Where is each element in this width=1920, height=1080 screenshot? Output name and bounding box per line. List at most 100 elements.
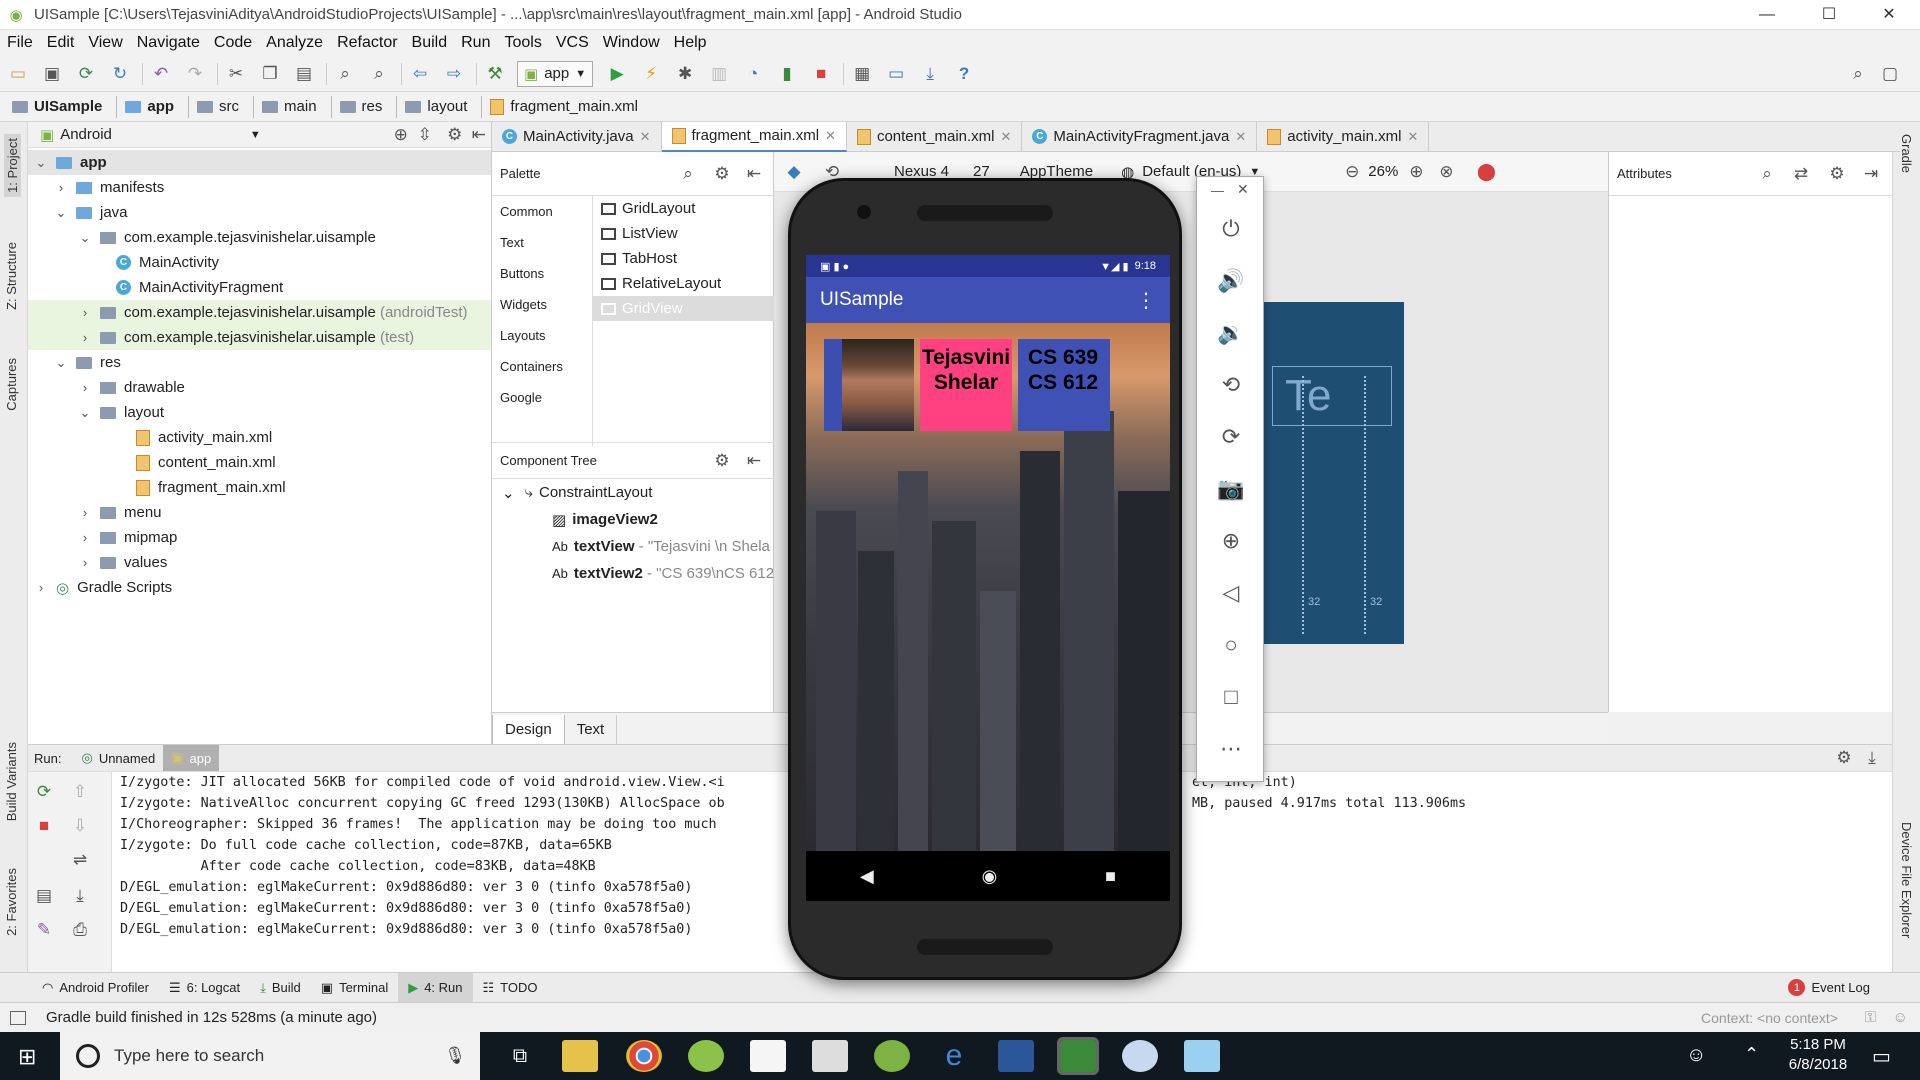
notes-app-icon[interactable]: [1184, 1040, 1220, 1072]
tool-tab-favorites[interactable]: 2: Favorites: [4, 868, 19, 936]
sdk-manager-icon[interactable]: ⤓: [918, 62, 942, 86]
emulator-close-button[interactable]: ✕: [1237, 181, 1249, 198]
design-surface-icon[interactable]: ◆: [782, 160, 806, 184]
screenshot-camera-icon[interactable]: 📷: [1217, 475, 1245, 503]
volume-down-icon[interactable]: 🔉: [1217, 319, 1245, 347]
paint-icon[interactable]: [1122, 1040, 1158, 1072]
palette-category-google[interactable]: Google: [492, 382, 592, 413]
more-options-icon[interactable]: ⋯: [1217, 735, 1245, 763]
forward-icon[interactable]: ⇨: [442, 62, 466, 86]
people-icon[interactable]: ☺: [1686, 1044, 1706, 1067]
tree-item-app[interactable]: ⌄ app: [28, 150, 491, 175]
component-tree-item-imageview2[interactable]: ▨ imageView2: [492, 506, 774, 533]
make-project-icon[interactable]: ⚒: [483, 62, 507, 86]
tool-tab-structure[interactable]: Z: Structure: [4, 242, 19, 310]
project-structure-icon[interactable]: ▭: [884, 62, 908, 86]
breadcrumb-item-app[interactable]: app: [125, 95, 190, 118]
home-icon[interactable]: ○: [1217, 631, 1245, 659]
rerun-icon[interactable]: ⟳: [32, 780, 56, 804]
stop-icon[interactable]: ■: [809, 62, 833, 86]
rotate-right-icon[interactable]: ⟳: [1217, 423, 1245, 451]
tree-item-activity-main-xml[interactable]: activity_main.xml: [28, 425, 491, 450]
menu-run[interactable]: Run: [454, 30, 497, 56]
error-icon[interactable]: ⬤: [1474, 160, 1498, 184]
pin-icon[interactable]: ✎: [32, 918, 56, 942]
cut-icon[interactable]: ✂: [224, 62, 248, 86]
redo-icon[interactable]: ↷: [183, 62, 207, 86]
search-everywhere-icon[interactable]: ⌕: [1846, 62, 1870, 86]
project-view-select[interactable]: Android: [60, 126, 112, 143]
menu-vcs[interactable]: VCS: [549, 30, 596, 56]
search-icon[interactable]: ⌕: [1755, 162, 1779, 186]
power-icon[interactable]: ⏻: [1217, 215, 1245, 243]
windows-start-icon[interactable]: ⊞: [18, 1044, 36, 1070]
collapse-all-icon[interactable]: ⇳: [413, 123, 437, 147]
palette-item-relativelayout[interactable]: RelativeLayout: [593, 271, 774, 296]
tab-design[interactable]: Design: [492, 714, 565, 745]
tab-content-main-xml[interactable]: content_main.xml ✕: [847, 121, 1023, 152]
tree-item-mainactivity[interactable]: C MainActivity: [28, 250, 491, 275]
tool-tab-android-profiler[interactable]: ◠ Android Profiler: [32, 973, 159, 1003]
task-view-icon[interactable]: ⧉: [502, 1040, 538, 1072]
nav-home-icon[interactable]: ◉: [982, 866, 998, 887]
tree-item-package[interactable]: ⌄ com.example.tejasvinishelar.uisample: [28, 225, 491, 250]
tree-item-drawable[interactable]: › drawable: [28, 375, 491, 400]
apply-changes-icon[interactable]: ⚡: [639, 62, 663, 86]
emulator-screen[interactable]: ▣ ▮ ● ▼◢ ▮ 9:18 UISample ⋮ Tejasvini Shel…: [806, 255, 1170, 901]
sync-icon[interactable]: ⟳: [74, 62, 98, 86]
run-config-select[interactable]: ▣ app ▼: [517, 60, 594, 87]
tab-fragment-main-xml[interactable]: fragment_main.xml ✕: [661, 121, 847, 152]
tool-tab-build[interactable]: ⤓ Build: [250, 973, 311, 1003]
tree-item-gradle-scripts[interactable]: › ◎ Gradle Scripts: [28, 575, 491, 600]
settings-gear-icon[interactable]: ⚙: [710, 162, 734, 186]
avd-manager-icon[interactable]: ▦: [850, 62, 874, 86]
status-panel-icon[interactable]: [10, 1010, 26, 1025]
component-tree-item-textview2[interactable]: Ab textView2 - "CS 639\nCS 612: [492, 560, 774, 587]
tool-tab-run[interactable]: ▶ 4: Run: [398, 972, 473, 1003]
android-studio-taskbar-icon[interactable]: [874, 1040, 910, 1072]
close-tab-icon[interactable]: ✕: [1407, 129, 1418, 145]
component-tree-root[interactable]: ⌄ ⤷ ConstraintLayout: [492, 479, 774, 506]
tree-item-java[interactable]: ⌄ java: [28, 200, 491, 225]
component-tree-item-textview[interactable]: Ab textView - "Tejasvini \n Shela: [492, 533, 774, 560]
chrome-icon[interactable]: [626, 1040, 662, 1072]
close-button[interactable]: ✕: [1866, 0, 1912, 30]
tool-tab-terminal[interactable]: ▣ Terminal: [311, 973, 398, 1003]
menu-code[interactable]: Code: [207, 30, 259, 56]
back-icon[interactable]: ◁: [1217, 579, 1245, 607]
tree-item-menu[interactable]: › menu: [28, 500, 491, 525]
tool-tab-event-log[interactable]: 1 Event Log: [1778, 973, 1880, 1003]
close-tab-icon[interactable]: ✕: [640, 129, 651, 145]
back-icon[interactable]: ⇦: [408, 62, 432, 86]
settings-gear-icon[interactable]: ⚙: [443, 123, 467, 147]
up-arrow-icon[interactable]: ⇧: [68, 780, 92, 804]
menu-window[interactable]: Window: [596, 30, 667, 56]
emulator-minimize-button[interactable]: —: [1211, 183, 1224, 198]
leaf-app-icon[interactable]: [688, 1040, 724, 1072]
settings-gear-icon[interactable]: ⚙: [1832, 746, 1856, 770]
menu-view[interactable]: View: [81, 30, 129, 56]
palette-category-text[interactable]: Text: [492, 227, 592, 258]
chevron-down-icon[interactable]: ▼: [250, 129, 261, 141]
close-tab-icon[interactable]: ✕: [1235, 129, 1246, 145]
tree-item-mipmap[interactable]: › mipmap: [28, 525, 491, 550]
word-icon[interactable]: [998, 1040, 1034, 1072]
spreadsheet-icon[interactable]: [1057, 1037, 1099, 1075]
hide-panel-icon[interactable]: ⇤: [467, 123, 491, 147]
palette-category-containers[interactable]: Containers: [492, 351, 592, 382]
tool-tab-build-variants[interactable]: Build Variants: [4, 742, 19, 821]
tree-item-values[interactable]: › values: [28, 550, 491, 575]
tree-item-package-test[interactable]: › com.example.tejasvinishelar.uisample (t…: [28, 325, 491, 350]
coverage-icon[interactable]: ▥: [707, 62, 731, 86]
run-tab-unnamed[interactable]: ◎ Unnamed: [73, 745, 163, 771]
tree-item-package-androidtest[interactable]: › com.example.tejasvinishelar.uisample (a…: [28, 300, 491, 325]
zoom-out-icon[interactable]: ⊖: [1340, 160, 1364, 184]
inspector-icon[interactable]: ☺: [1893, 1009, 1908, 1026]
palette-category-widgets[interactable]: Widgets: [492, 289, 592, 320]
layout-icon[interactable]: ▤: [32, 884, 56, 908]
tree-item-content-main-xml[interactable]: content_main.xml: [28, 450, 491, 475]
close-tab-icon[interactable]: ✕: [1001, 129, 1012, 145]
breadcrumb-item-layout[interactable]: layout: [405, 95, 483, 118]
replace-icon[interactable]: ⌕: [367, 62, 391, 86]
settings-gear-icon[interactable]: ⚙: [1825, 162, 1849, 186]
